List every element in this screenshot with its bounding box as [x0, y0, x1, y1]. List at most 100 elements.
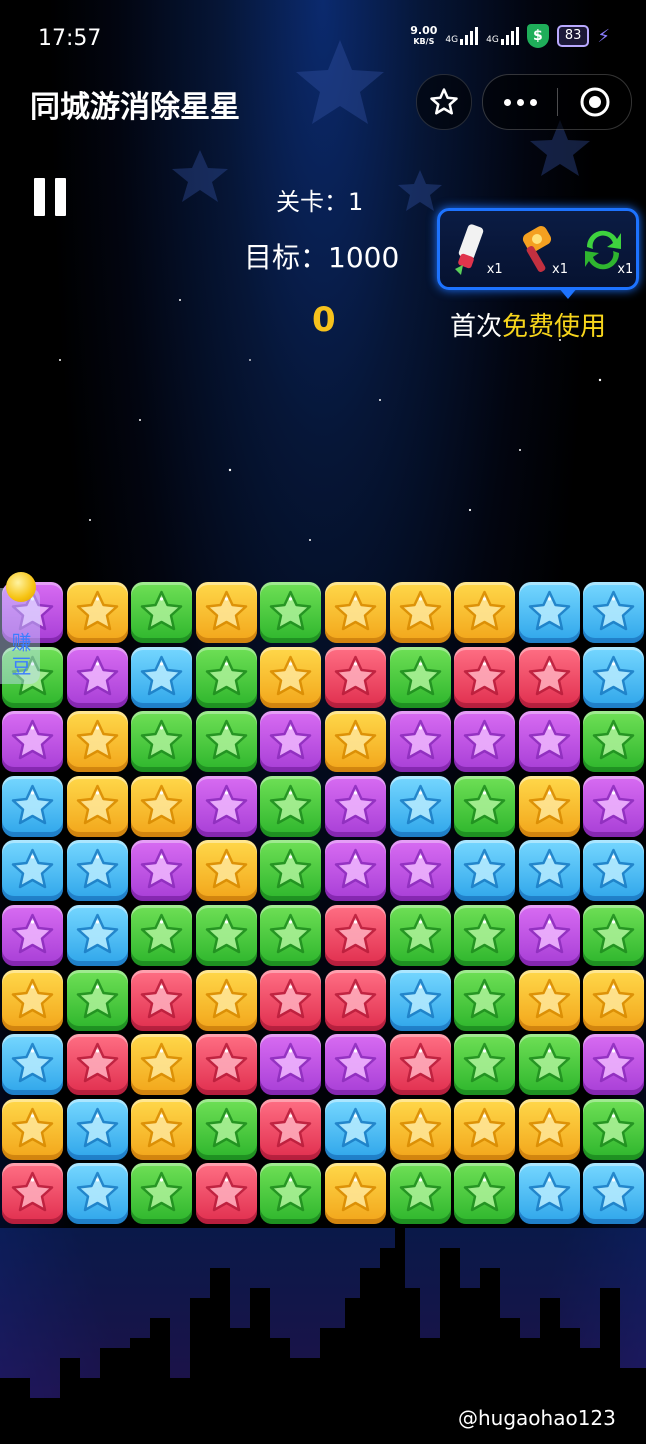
star-tile-blue[interactable]: [518, 1163, 580, 1225]
star-tile-purple[interactable]: [454, 711, 516, 773]
star-tile-purple[interactable]: [66, 646, 128, 708]
star-tile-purple[interactable]: [325, 1034, 386, 1096]
star-tile-yellow[interactable]: [518, 775, 580, 837]
star-tile-blue[interactable]: [66, 1163, 128, 1225]
star-tile-yellow[interactable]: [454, 1098, 516, 1160]
star-tile-green[interactable]: [454, 775, 516, 837]
star-tile-yellow[interactable]: [131, 1034, 193, 1096]
star-tile-yellow[interactable]: [66, 711, 128, 773]
earn-beans-button[interactable]: 赚豆: [0, 572, 40, 684]
star-tile-purple[interactable]: [2, 905, 63, 966]
star-tile-purple[interactable]: [389, 711, 451, 773]
star-tile-yellow[interactable]: [389, 1098, 451, 1160]
pause-button[interactable]: [34, 178, 70, 216]
star-tile-green[interactable]: [131, 905, 193, 966]
star-tile-red[interactable]: [260, 1098, 322, 1160]
close-miniprogram-button[interactable]: [558, 75, 631, 129]
star-tile-purple[interactable]: [2, 711, 63, 773]
star-tile-yellow[interactable]: [518, 1098, 580, 1160]
star-tile-blue[interactable]: [2, 1034, 63, 1096]
star-tile-purple[interactable]: [325, 840, 386, 902]
star-tile-blue[interactable]: [66, 905, 128, 966]
star-tile-purple[interactable]: [195, 775, 257, 837]
star-tile-red[interactable]: [389, 1034, 451, 1096]
star-tile-purple[interactable]: [260, 1034, 322, 1096]
star-tile-green[interactable]: [195, 1098, 257, 1160]
star-tile-purple[interactable]: [260, 711, 322, 773]
star-tile-green[interactable]: [195, 646, 257, 708]
star-tile-blue[interactable]: [583, 1163, 645, 1225]
star-tile-red[interactable]: [195, 1163, 257, 1225]
star-tile-red[interactable]: [325, 905, 386, 966]
star-tile-blue[interactable]: [389, 775, 451, 837]
star-tile-red[interactable]: [131, 969, 193, 1031]
star-tile-yellow[interactable]: [131, 1098, 193, 1160]
star-tile-blue[interactable]: [325, 1098, 386, 1160]
star-tile-blue[interactable]: [518, 582, 580, 643]
star-tile-yellow[interactable]: [195, 582, 257, 643]
star-tile-green[interactable]: [195, 905, 257, 966]
star-tile-green[interactable]: [518, 1034, 580, 1096]
star-tile-yellow[interactable]: [325, 1163, 386, 1225]
star-tile-purple[interactable]: [583, 775, 645, 837]
star-tile-yellow[interactable]: [325, 711, 386, 773]
star-tile-yellow[interactable]: [389, 582, 451, 643]
star-tile-green[interactable]: [389, 1163, 451, 1225]
star-tile-green[interactable]: [454, 1034, 516, 1096]
star-tile-yellow[interactable]: [583, 969, 645, 1031]
star-tile-red[interactable]: [325, 969, 386, 1031]
star-tile-green[interactable]: [583, 711, 645, 773]
star-tile-yellow[interactable]: [454, 582, 516, 643]
favorite-button[interactable]: [416, 74, 472, 130]
star-tile-blue[interactable]: [583, 840, 645, 902]
star-tile-yellow[interactable]: [66, 582, 128, 643]
star-tile-green[interactable]: [260, 1163, 322, 1225]
star-tile-red[interactable]: [66, 1034, 128, 1096]
star-tile-yellow[interactable]: [195, 840, 257, 902]
star-tile-blue[interactable]: [66, 1098, 128, 1160]
star-tile-green[interactable]: [260, 582, 322, 643]
star-tile-yellow[interactable]: [131, 775, 193, 837]
star-tile-purple[interactable]: [389, 840, 451, 902]
star-tile-purple[interactable]: [518, 711, 580, 773]
star-tile-green[interactable]: [260, 905, 322, 966]
star-tile-yellow[interactable]: [325, 582, 386, 643]
star-tile-green[interactable]: [131, 582, 193, 643]
star-tile-blue[interactable]: [389, 969, 451, 1031]
brush-powerup[interactable]: x1: [445, 219, 503, 279]
star-tile-yellow[interactable]: [195, 969, 257, 1031]
star-tile-red[interactable]: [518, 646, 580, 708]
star-tile-blue[interactable]: [2, 840, 63, 902]
star-tile-purple[interactable]: [583, 1034, 645, 1096]
star-tile-green[interactable]: [583, 905, 645, 966]
star-tile-blue[interactable]: [131, 646, 193, 708]
star-tile-red[interactable]: [2, 1163, 63, 1225]
star-tile-green[interactable]: [195, 711, 257, 773]
star-tile-blue[interactable]: [454, 840, 516, 902]
star-tile-blue[interactable]: [583, 582, 645, 643]
star-tile-green[interactable]: [131, 711, 193, 773]
star-tile-green[interactable]: [389, 905, 451, 966]
hammer-powerup[interactable]: x1: [510, 219, 568, 279]
star-tile-green[interactable]: [583, 1098, 645, 1160]
star-tile-purple[interactable]: [518, 905, 580, 966]
star-tile-purple[interactable]: [325, 775, 386, 837]
star-tile-green[interactable]: [454, 1163, 516, 1225]
star-tile-green[interactable]: [454, 969, 516, 1031]
star-tile-red[interactable]: [260, 969, 322, 1031]
star-tile-yellow[interactable]: [2, 1098, 63, 1160]
star-tile-green[interactable]: [454, 905, 516, 966]
star-tile-blue[interactable]: [583, 646, 645, 708]
star-tile-red[interactable]: [454, 646, 516, 708]
star-tile-red[interactable]: [195, 1034, 257, 1096]
star-tile-green[interactable]: [66, 969, 128, 1031]
star-tile-green[interactable]: [131, 1163, 193, 1225]
star-tile-red[interactable]: [325, 646, 386, 708]
star-tile-blue[interactable]: [2, 775, 63, 837]
star-tile-green[interactable]: [260, 775, 322, 837]
star-tile-blue[interactable]: [66, 840, 128, 902]
star-tile-purple[interactable]: [131, 840, 193, 902]
star-tile-yellow[interactable]: [2, 969, 63, 1031]
star-tile-yellow[interactable]: [66, 775, 128, 837]
more-menu-button[interactable]: [483, 75, 557, 129]
